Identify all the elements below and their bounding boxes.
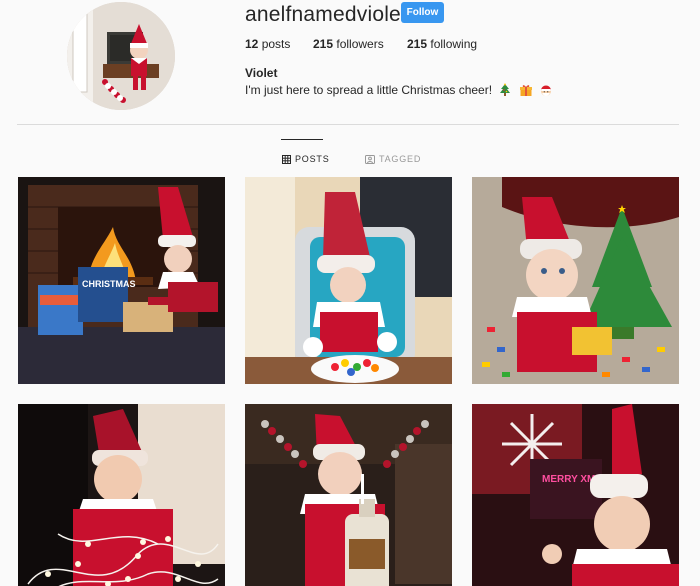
christmas-tree-icon (500, 83, 511, 96)
followers-label: followers (336, 37, 384, 51)
post-photo-maple-syrup (245, 404, 452, 586)
tag-icon (365, 154, 375, 164)
active-tab-indicator (281, 139, 323, 140)
profile-avatar[interactable] (67, 2, 175, 110)
profile-username: anelfnamedviolet (245, 3, 407, 26)
post-tile[interactable] (472, 177, 679, 384)
posts-stat: 12 posts (245, 37, 290, 51)
post-photo-lego-tree (472, 177, 679, 384)
post-photo-fireplace: CHRISTMAS (18, 177, 225, 384)
grid-icon (282, 154, 291, 164)
tab-posts[interactable]: POSTS (282, 154, 330, 164)
santa-icon (541, 85, 552, 96)
tab-tagged[interactable]: TAGGED (365, 154, 421, 164)
bio-text: I'm just here to spread a little Christm… (245, 83, 493, 97)
avatar-photo (67, 2, 175, 110)
book-title-christmas: CHRISTMAS (82, 279, 136, 289)
post-tile[interactable]: CHRISTMAS (18, 177, 225, 384)
post-tile[interactable]: MERRY XMAS (472, 404, 679, 586)
gift-icon (519, 85, 532, 96)
following-stat[interactable]: 215 following (407, 37, 477, 51)
profile-page: anelfnamedviolet Follow 12 posts 215 fol… (0, 0, 700, 586)
follow-button[interactable]: Follow (401, 2, 444, 23)
profile-full-name: Violet (245, 66, 278, 80)
tabs-divider (17, 124, 679, 125)
posts-label: posts (261, 37, 291, 51)
post-photo-tangled-lights (18, 404, 225, 586)
post-photo-merry-xmas: MERRY XMAS (472, 404, 679, 586)
post-tile[interactable] (245, 177, 452, 384)
post-tile[interactable] (18, 404, 225, 586)
post-photo-high-chair (245, 177, 452, 384)
following-count: 215 (407, 37, 428, 51)
followers-count: 215 (313, 37, 334, 51)
tab-tagged-label: TAGGED (379, 154, 422, 164)
followers-stat[interactable]: 215 followers (313, 37, 384, 51)
posts-count: 12 (245, 37, 259, 51)
following-label: following (430, 37, 478, 51)
tab-posts-label: POSTS (295, 154, 330, 164)
profile-bio: I'm just here to spread a little Christm… (245, 83, 553, 97)
post-tile[interactable] (245, 404, 452, 586)
